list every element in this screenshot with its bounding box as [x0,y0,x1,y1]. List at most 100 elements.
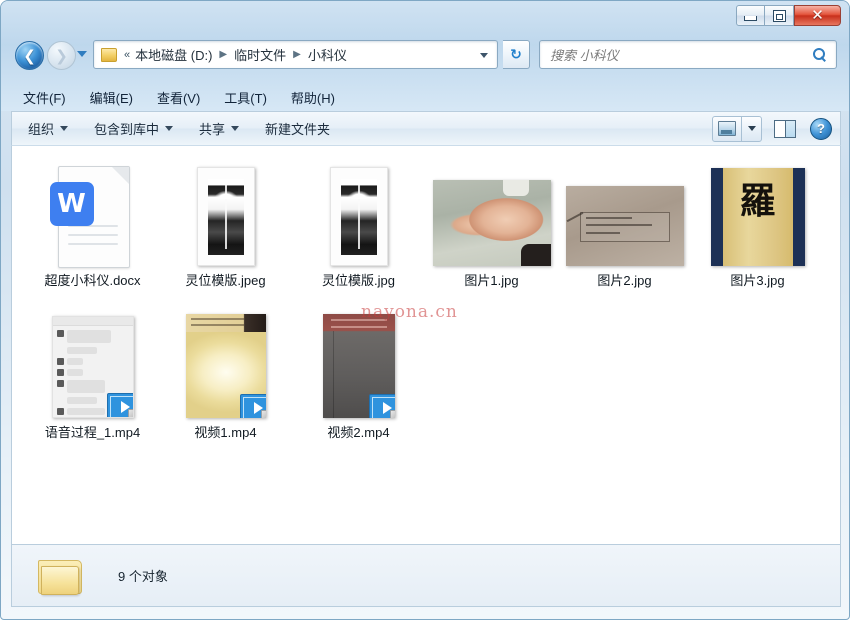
video-play-badge-icon [106,393,133,417]
help-button[interactable]: ? [810,117,832,140]
note-handwriting-line [585,217,632,219]
menu-item-tools[interactable]: 工具(T) [212,86,279,109]
chat-avatar [56,330,64,337]
new-folder-label: 新建文件夹 [265,122,331,137]
chat-bubble [66,358,83,365]
breadcrumb-overflow-icon[interactable]: « [124,49,132,61]
file-item[interactable]: W 超度小科仪.docx [26,158,159,308]
wps-writer-badge-icon: W [49,182,94,226]
refresh-icon: ↻ [510,46,522,62]
calligraphy-glyph: 羅 [739,180,776,222]
close-button[interactable]: ✕ [794,5,841,26]
file-item[interactable]: 灵位模版.jpg [292,158,425,308]
file-thumbnail [432,158,551,266]
share-button[interactable]: 共享 [189,115,249,142]
chat-bubble [66,408,105,415]
address-bar[interactable]: « 本地磁盘 (D:) ▶ 临时文件 ▶ 小科仪 [93,40,498,69]
title-bar: ✕ [1,1,849,33]
file-name-label: 语音过程_1.mp4 [44,425,141,440]
video-play-badge-icon [239,394,266,418]
w-letter-glyph: W [57,189,86,219]
folder-icon [101,47,117,62]
play-triangle-icon [253,402,263,414]
forward-arrow-icon: ❯ [55,46,68,65]
chevron-down-icon [165,126,174,131]
change-view-button[interactable] [713,117,741,141]
share-label: 共享 [199,122,226,137]
menu-item-view[interactable]: 查看(V) [145,86,212,109]
command-toolbar: 组织 包含到库中 共享 新建文件夹 ? [11,111,841,145]
view-mode-dropdown-button[interactable] [741,116,761,141]
file-list-pane[interactable]: W 超度小科仪.docx 灵位模版.jpeg 灵位模版.jpg 图片1.jpg … [11,145,841,545]
menu-item-file[interactable]: 文件(F) [11,86,78,109]
file-item[interactable]: 图片2.jpg [558,158,691,308]
search-input[interactable]: 搜索 小科仪 [539,40,837,69]
organize-label: 组织 [28,122,55,137]
chat-avatar [56,358,64,365]
back-button[interactable]: ❮ [15,41,44,70]
include-in-library-label: 包含到库中 [94,122,160,137]
image-thumbnail-tall [329,167,388,266]
minimize-button[interactable] [736,5,765,26]
file-name-label: 视频1.mp4 [194,425,257,440]
dark-sleeve-shape [520,244,551,266]
breadcrumb-separator-icon[interactable]: ▶ [289,49,305,60]
history-dropdown-icon[interactable] [77,51,87,57]
talisman-artwork [340,178,377,255]
document-text-lines [67,225,118,252]
file-item[interactable]: 语音过程_1.mp4 [26,310,159,460]
preview-pane-button[interactable] [774,119,796,138]
breadcrumb-item-drive[interactable]: 本地磁盘 (D:) [132,44,215,65]
menu-item-edit[interactable]: 编辑(E) [78,86,145,109]
file-item[interactable]: 视频2.mp4 [292,310,425,460]
new-folder-button[interactable]: 新建文件夹 [255,115,340,142]
maximize-button[interactable] [765,5,794,26]
breadcrumb-item-temp[interactable]: 临时文件 [231,44,289,65]
chat-bubble [66,380,105,393]
item-count-label: 9 个对象 [118,569,168,584]
note-handwriting-line [585,232,620,234]
file-thumbnail [51,310,134,418]
chat-bubble [66,397,97,404]
video-thumbnail-chat [51,316,134,418]
image-thumbnail-tall [196,167,255,266]
forward-button[interactable]: ❯ [47,41,76,70]
file-item[interactable]: 图片1.jpg [425,158,558,308]
menu-bar: 文件(F) 编辑(E) 查看(V) 工具(T) 帮助(H) [11,85,841,109]
video-header-strip [185,314,266,332]
back-arrow-icon: ❮ [23,46,36,65]
file-name-label: 灵位模版.jpg [322,273,395,288]
file-name-label: 图片3.jpg [730,273,785,288]
window-controls: ✕ [736,4,841,27]
file-thumbnail [565,158,684,266]
file-thumbnail [185,310,266,418]
file-thumbnail [329,158,388,266]
file-name-label: 超度小科仪.docx [44,273,141,288]
image-thumbnail-note [565,186,684,266]
toolbar-right-group: ? [712,115,840,142]
breadcrumb-item-current[interactable]: 小科仪 [305,44,350,65]
file-name-label: 视频2.mp4 [327,425,390,440]
include-in-library-button[interactable]: 包含到库中 [84,115,183,142]
chat-bubble [66,330,111,343]
menu-item-help[interactable]: 帮助(H) [279,86,347,109]
file-name-label: 灵位模版.jpeg [185,273,266,288]
folder-icon [38,558,82,595]
breadcrumb-separator-icon[interactable]: ▶ [215,49,231,60]
chevron-down-icon [747,126,756,131]
video-seam-line [332,331,334,418]
file-item[interactable]: 羅 图片3.jpg [691,158,824,308]
organize-button[interactable]: 组织 [18,115,78,142]
file-item[interactable]: 视频1.mp4 [159,310,292,460]
watermark-text: nayona.cn [361,302,458,322]
chevron-down-icon [60,126,69,131]
video-thumbnail-dark [322,314,395,418]
file-thumbnail: 羅 [710,158,805,266]
chat-avatar [56,408,64,415]
chat-avatar [56,380,64,387]
address-dropdown-icon[interactable] [480,53,488,58]
search-icon[interactable] [813,48,826,61]
file-item[interactable]: 灵位模版.jpeg [159,158,292,308]
chevron-down-icon [231,126,240,131]
refresh-button[interactable]: ↻ [503,40,530,69]
